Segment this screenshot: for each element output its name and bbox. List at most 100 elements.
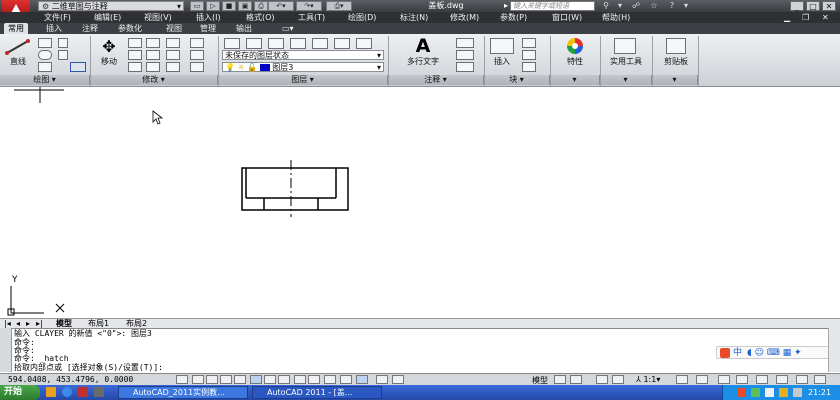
trim-icon[interactable] (146, 38, 160, 48)
erase-icon[interactable] (166, 38, 180, 48)
text-a-icon[interactable]: A (410, 36, 436, 56)
modify-panel-footer[interactable]: 修改 ▾ (90, 75, 218, 85)
polyline-icon[interactable] (38, 38, 52, 48)
maximize-button[interactable]: □ (806, 1, 820, 11)
menu-window[interactable]: 窗口(W) (552, 12, 582, 23)
redo-icon[interactable]: ↷▾ (296, 1, 322, 11)
communication-center-icon[interactable]: ☍ (630, 1, 642, 11)
open-file-icon[interactable]: ▷ (206, 1, 220, 11)
hardware-acceleration-icon[interactable] (756, 375, 768, 384)
annotation-scale-dropdown[interactable]: ⅄ 1:1▾ (636, 375, 660, 384)
layer-isolate-icon[interactable] (312, 38, 328, 49)
show-desktop-icon[interactable] (94, 387, 104, 397)
edit-block-icon[interactable] (522, 50, 536, 60)
offset-icon[interactable] (190, 38, 204, 48)
command-window-grip[interactable] (0, 328, 12, 372)
plot-icon[interactable]: ⎙▾ (326, 1, 352, 11)
color-wheel-icon[interactable] (562, 37, 588, 55)
explode-icon[interactable] (190, 50, 204, 60)
drawing-canvas[interactable]: Y (0, 87, 840, 317)
current-layer-dropdown[interactable]: 💡 ☼ 🔓 图层3 ▾ (222, 62, 384, 72)
scale-icon[interactable] (146, 62, 160, 72)
ime-toolbar[interactable]: 中 ◖ ☺ ⌨ ▦ ✦ (716, 346, 836, 359)
stretch-icon[interactable] (128, 62, 142, 72)
menu-edit[interactable]: 编辑(E) (94, 12, 121, 23)
tab-home[interactable]: 常用 (4, 23, 28, 34)
new-file-icon[interactable]: ▭ (190, 1, 204, 11)
pan-icon[interactable] (596, 375, 608, 384)
usb-tray-icon[interactable] (793, 388, 802, 397)
save-icon[interactable]: ■ (222, 1, 236, 11)
help-icon[interactable]: ? (666, 1, 678, 11)
snap-mode-icon[interactable] (192, 375, 204, 384)
object-snap-tracking-icon[interactable] (278, 375, 290, 384)
menu-view[interactable]: 视图(V) (144, 12, 172, 23)
move-icon[interactable]: ✥ (96, 38, 122, 56)
clock[interactable]: 21:21 (808, 385, 831, 400)
tab-view[interactable]: 视图 (166, 23, 182, 34)
print-icon[interactable]: ⎙ (254, 1, 268, 11)
layers-panel-footer[interactable]: 图层 ▾ (218, 75, 388, 85)
fillet-icon[interactable] (166, 50, 180, 60)
layer-state-icon[interactable] (246, 38, 262, 49)
ie-icon[interactable] (62, 387, 72, 397)
sogou-tray-icon[interactable] (737, 388, 746, 397)
command-prompt-input[interactable]: 拾取内部点或 [选择对象(S)/设置(T)]: (14, 363, 163, 372)
ortho-mode-icon[interactable] (220, 375, 232, 384)
quick-view-drawings-icon[interactable] (570, 375, 582, 384)
layer-match-icon[interactable] (290, 38, 306, 49)
grid-display-icon[interactable] (206, 375, 218, 384)
explorer-icon[interactable] (46, 387, 56, 397)
menu-restore-icon[interactable]: ❐ (802, 12, 809, 23)
array-icon[interactable] (166, 62, 180, 72)
create-block-icon[interactable] (522, 38, 536, 48)
close-button[interactable]: ✕ (822, 1, 836, 11)
tab-insert[interactable]: 插入 (46, 23, 62, 34)
save-as-icon[interactable]: ▣ (238, 1, 252, 11)
linear-dimension-icon[interactable] (456, 38, 474, 48)
clipboard-label[interactable]: 剪贴板 (656, 56, 696, 67)
lineweight-icon[interactable] (324, 375, 336, 384)
menu-insert[interactable]: 插入(I) (196, 12, 221, 23)
clipboard-panel-footer[interactable]: ▾ (652, 75, 698, 85)
taskbar-item-tutorial[interactable]: AutoCAD_2011实例教... (118, 386, 248, 399)
clean-screen-icon[interactable] (814, 375, 826, 384)
tab-annotate[interactable]: 注释 (82, 23, 98, 34)
lock-toolbar-icon[interactable] (736, 375, 748, 384)
dynamic-ucs-icon[interactable] (294, 375, 306, 384)
selection-cycling-icon[interactable] (376, 375, 388, 384)
utilities-label[interactable]: 实用工具 (604, 56, 648, 67)
undo-icon[interactable]: ↶▾ (268, 1, 294, 11)
annotation-visibility-icon[interactable] (676, 375, 688, 384)
object-snap-icon[interactable] (250, 375, 262, 384)
help-search-input[interactable]: 键入关键字或短语 (510, 1, 595, 11)
break-icon[interactable] (190, 62, 204, 72)
layer-state-dropdown[interactable]: 未保存的图层状态 ▾ (222, 50, 384, 60)
isolate-objects-icon[interactable] (776, 375, 788, 384)
menu-tools[interactable]: 工具(T) (298, 12, 325, 23)
zoom-icon[interactable] (612, 375, 624, 384)
hatch-icon[interactable] (58, 50, 68, 60)
quick-launch-icon[interactable] (78, 387, 88, 397)
layer-unisolate-icon[interactable] (334, 38, 350, 49)
taskbar-item-autocad[interactable]: AutoCAD 2011 - [盖... (252, 386, 382, 399)
table-icon[interactable] (456, 62, 474, 72)
utilities-icon[interactable] (614, 38, 636, 54)
menu-minimize-icon[interactable]: ▁ (784, 12, 790, 23)
workspace-dropdown[interactable]: ⚙ 二维草图与注释 ▾ (38, 1, 184, 11)
menu-parametric[interactable]: 参数(P) (500, 12, 527, 23)
leader-icon[interactable] (456, 50, 474, 60)
menu-draw[interactable]: 绘图(D) (348, 12, 376, 23)
line-tool-button[interactable] (4, 38, 32, 58)
workspace-switching-icon[interactable] (718, 375, 730, 384)
copy-icon[interactable] (128, 50, 142, 60)
favorites-star-icon[interactable]: ☆ (648, 1, 660, 11)
insert-block-icon[interactable] (490, 38, 514, 54)
quick-properties-icon[interactable] (356, 375, 368, 384)
transparency-icon[interactable] (340, 375, 352, 384)
ribbon-toggle-icon[interactable]: ▭▾ (282, 23, 294, 34)
annotation-panel-footer[interactable]: 注释 ▾ (388, 75, 484, 85)
clipboard-icon[interactable] (666, 38, 686, 54)
infer-constraints-icon[interactable] (176, 375, 188, 384)
security-tray-icon[interactable] (779, 388, 788, 397)
